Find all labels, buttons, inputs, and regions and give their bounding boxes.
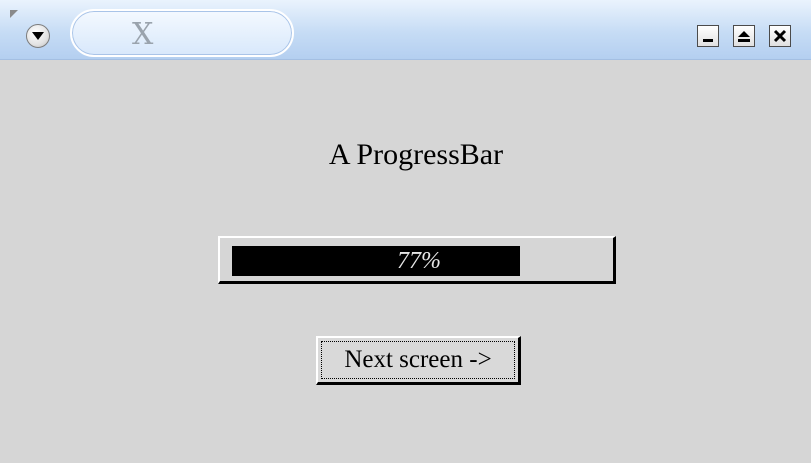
progress-label: 77% — [397, 248, 441, 274]
progress-bar: 77% — [218, 236, 616, 284]
page-title: A ProgressBar — [328, 138, 504, 171]
window-title: X — [132, 17, 155, 52]
app-window: X A ProgressBar 77% Next screen -> — [0, 0, 811, 463]
chevron-down-icon[interactable] — [26, 24, 50, 48]
next-screen-button[interactable]: Next screen -> — [316, 336, 521, 385]
progress-track: 77% — [232, 246, 606, 276]
next-screen-label: Next screen -> — [321, 341, 515, 379]
resize-corner-icon — [10, 10, 18, 18]
window-title-pill: X — [70, 9, 294, 57]
minimize-icon[interactable] — [697, 25, 719, 47]
close-icon[interactable] — [769, 25, 791, 47]
maximize-icon[interactable] — [733, 25, 755, 47]
window-content: A ProgressBar 77% Next screen -> — [0, 61, 811, 463]
title-bar[interactable]: X — [0, 0, 811, 60]
